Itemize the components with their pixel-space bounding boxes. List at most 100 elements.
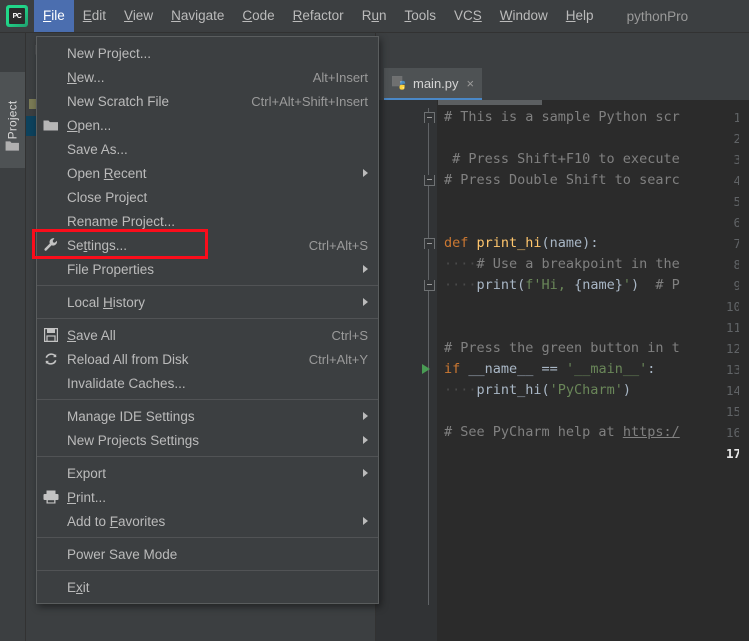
mnemonic: V <box>124 8 133 23</box>
menu-item-save-as[interactable]: Save As... <box>37 137 378 161</box>
menubar-item-window[interactable]: Window <box>491 0 557 32</box>
code-token: # P <box>647 277 680 293</box>
fold-toggle-icon[interactable] <box>424 280 435 291</box>
code-token: print( <box>476 277 526 293</box>
chevron-right-icon <box>363 265 368 273</box>
code-token: # Press the green button in t <box>444 340 680 356</box>
mnemonic: R <box>292 8 303 23</box>
mnemonic: F <box>109 513 119 529</box>
menu-separator <box>37 456 378 457</box>
run-gutter-icon[interactable] <box>422 364 430 374</box>
no-icon <box>37 509 67 533</box>
close-icon[interactable]: × <box>467 76 475 91</box>
menu-item-label: New... <box>67 69 105 85</box>
menu-item-shortcut: Ctrl+S <box>331 327 368 343</box>
editor-tabstrip: main.py × <box>376 68 749 100</box>
menubar-item-file[interactable]: File <box>34 0 74 32</box>
menu-separator <box>37 570 378 571</box>
code-token: ···· <box>444 256 477 272</box>
menubar-item-help[interactable]: Help <box>557 0 603 32</box>
menubar-item-navigate[interactable]: Navigate <box>162 0 233 32</box>
fold-toggle-icon[interactable] <box>424 238 435 249</box>
menu-item-new-project[interactable]: New Project... <box>37 41 378 65</box>
code-token: 'PyCharm' <box>549 382 623 398</box>
menu-item-save-all[interactable]: Save All Ctrl+S <box>37 323 378 347</box>
fold-toggle-icon[interactable] <box>424 112 435 123</box>
mnemonic: H <box>103 294 113 310</box>
menubar-item-code[interactable]: Code <box>233 0 283 32</box>
editor-tab-main-py[interactable]: main.py × <box>384 68 483 100</box>
menu-item-new[interactable]: New... Alt+Insert <box>37 65 378 89</box>
chevron-right-icon <box>363 517 368 525</box>
code-token: def <box>444 235 477 251</box>
editor-gutter[interactable] <box>376 100 422 641</box>
menubar-item-run[interactable]: Run <box>353 0 396 32</box>
menu-item-rename-project[interactable]: Rename Project... <box>37 209 378 233</box>
chevron-right-icon <box>363 169 368 177</box>
menu-item-export[interactable]: Export <box>37 461 378 485</box>
code-token: ···· <box>444 382 477 398</box>
menu-item-file-properties[interactable]: File Properties <box>37 257 378 281</box>
code-editor[interactable]: 1 2 3 4 5 6 7 8 9 10 11 12 13 14 15 16 17 # This is a sa… <box>376 100 749 641</box>
code-line: # Press Double Shift to searc <box>444 170 680 191</box>
vertical-scrollbar[interactable] <box>739 100 749 641</box>
menu-item-label: Invalidate Caches... <box>67 375 186 391</box>
chevron-right-icon <box>363 298 368 306</box>
menu-item-close-project[interactable]: Close Project <box>37 185 378 209</box>
menu-item-add-to-favorites[interactable]: Add to Favorites <box>37 509 378 533</box>
mnemonic: T <box>404 8 412 23</box>
code-token: : <box>647 361 656 377</box>
menubar-item-edit[interactable]: Edit <box>74 0 115 32</box>
code-token: if <box>444 361 469 377</box>
menu-item-open[interactable]: Open... <box>37 113 378 137</box>
code-token: # See PyCharm help at <box>444 424 623 440</box>
menu-separator <box>37 399 378 400</box>
fold-toggle-bar <box>427 117 432 118</box>
menubar-item-tools[interactable]: Tools <box>395 0 445 32</box>
code-token: ) <box>622 382 631 398</box>
mnemonic: x <box>76 579 83 595</box>
menu-item-print[interactable]: Print... <box>37 485 378 509</box>
code-line: ····print(f'Hi, {name}') # P <box>444 275 680 296</box>
menu-item-power-save-mode[interactable]: Power Save Mode <box>37 542 378 566</box>
menu-item-label: Close Project <box>67 189 148 205</box>
menu-item-exit[interactable]: Exit <box>37 575 378 599</box>
window-project-title: pythonPro <box>626 8 689 24</box>
file-menu-popup[interactable]: New Project... New... Alt+Insert New Scratc… <box>32 36 379 604</box>
menu-item-label: Add to Favorites <box>67 513 166 529</box>
code-token: {name} <box>574 277 623 293</box>
menubar-item-refactor[interactable]: Refactor <box>284 0 353 32</box>
code-line: def print_hi(name): <box>444 233 598 254</box>
fold-toggle-icon[interactable] <box>424 175 435 186</box>
code-token: print_hi( <box>476 382 550 398</box>
no-icon <box>37 161 67 185</box>
menu-item-new-projects-settings[interactable]: New Projects Settings <box>37 428 378 452</box>
chevron-right-icon <box>363 436 368 444</box>
menu-item-manage-ide-settings[interactable]: Manage IDE Settings <box>37 404 378 428</box>
menu-item-open-recent[interactable]: Open Recent <box>37 161 378 185</box>
folder-icon <box>37 113 67 137</box>
menu-item-settings[interactable]: Settings... Ctrl+Alt+S <box>32 229 378 259</box>
code-token: '__main__' <box>565 361 648 377</box>
code-line: # Press Shift+F10 to execute <box>444 149 688 170</box>
mnemonic: N <box>67 69 77 85</box>
wrench-icon <box>37 233 67 257</box>
menu-separator <box>37 285 378 286</box>
mnemonic: t <box>83 237 88 253</box>
reload-icon <box>37 347 67 371</box>
menubar-item-view[interactable]: View <box>115 0 162 32</box>
fold-toggle-bar <box>427 284 432 285</box>
menu-item-label: Open Recent <box>67 165 147 181</box>
menu-item-invalidate-caches[interactable]: Invalidate Caches... <box>37 371 378 395</box>
save-icon <box>37 323 67 347</box>
menu-item-reload-all-from-disk[interactable]: Reload All from Disk Ctrl+Alt+Y <box>37 347 378 371</box>
no-icon <box>37 41 67 65</box>
menu-item-local-history[interactable]: Local History <box>37 290 378 314</box>
menu-item-new-scratch-file[interactable]: New Scratch File Ctrl+Alt+Shift+Insert <box>37 89 378 113</box>
code-token: f'Hi, <box>525 277 575 293</box>
menubar-item-vcs[interactable]: VCS <box>445 0 491 32</box>
menu-item-label: Settings... <box>67 237 128 253</box>
no-icon <box>37 65 67 89</box>
code-text-layer[interactable]: # This is a sample Python scr # Press Sh… <box>438 100 749 641</box>
sidebar-item-project[interactable]: Project <box>0 72 25 168</box>
